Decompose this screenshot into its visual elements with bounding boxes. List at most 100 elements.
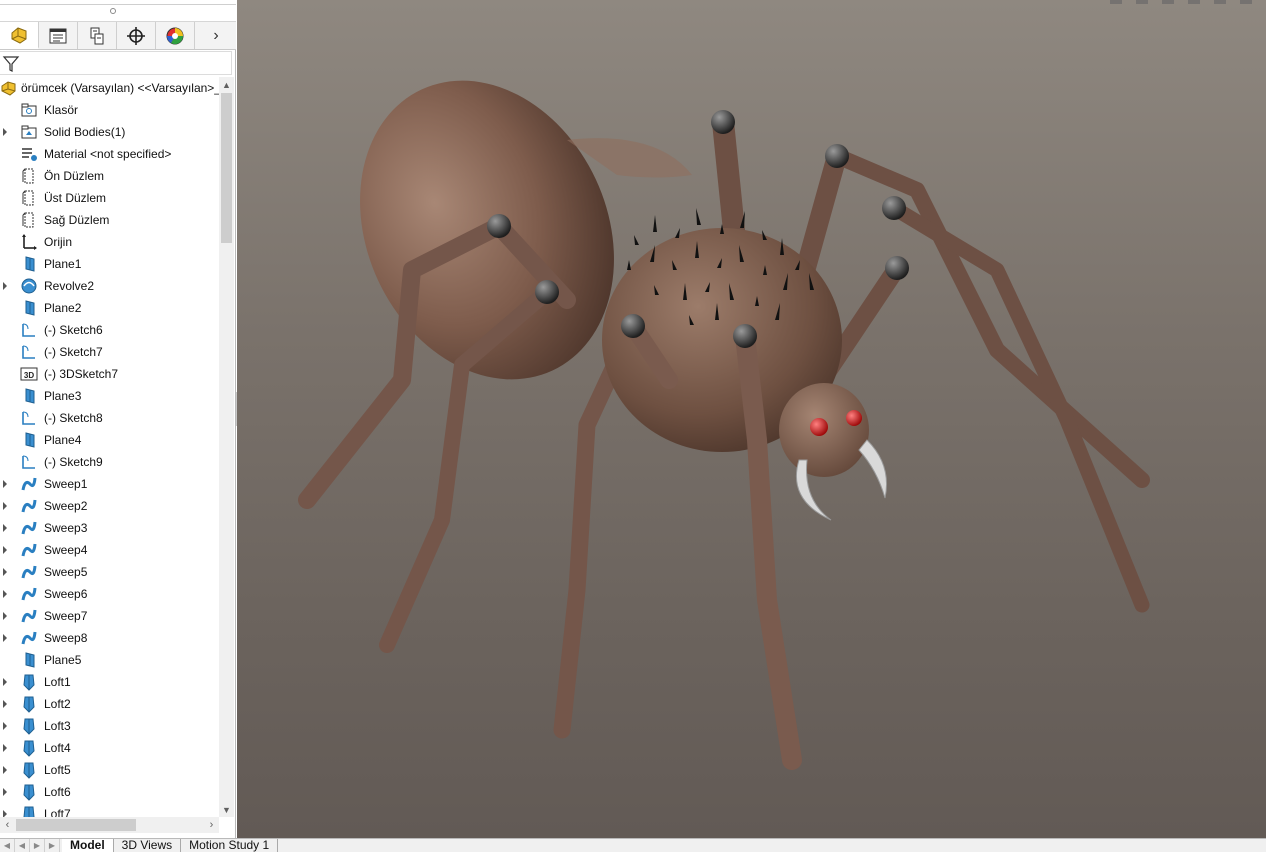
tree-item[interactable]: Plane5: [0, 649, 219, 671]
tree-item-label: Plane5: [44, 653, 82, 667]
tab-configuration-manager[interactable]: [78, 22, 117, 49]
tree-item[interactable]: Sağ Düzlem: [0, 209, 219, 231]
tree-item[interactable]: Sweep6: [0, 583, 219, 605]
tree-item-label: Sweep2: [44, 499, 88, 513]
tree-item[interactable]: Plane1: [0, 253, 219, 275]
tree-item-label: Plane4: [44, 433, 82, 447]
bottom-tab[interactable]: Model: [62, 839, 114, 852]
tree-item[interactable]: Revolve2: [0, 275, 219, 297]
expand-arrow-icon[interactable]: [3, 634, 7, 642]
tab-dimxpert-manager[interactable]: [117, 22, 156, 49]
expand-arrow-icon[interactable]: [3, 788, 7, 796]
configuration-manager-icon: [90, 27, 104, 44]
tree-item[interactable]: Plane3: [0, 385, 219, 407]
tree-root-part[interactable]: örümcek (Varsayılan) <<Varsayılan>_: [0, 77, 219, 99]
tree-item[interactable]: Loft4: [0, 737, 219, 759]
tab-display-manager[interactable]: [156, 22, 195, 49]
expand-arrow-icon[interactable]: [3, 700, 7, 708]
hscroll-thumb[interactable]: [16, 819, 136, 831]
tree-item[interactable]: Sweep2: [0, 495, 219, 517]
bottom-tab[interactable]: Motion Study 1: [181, 839, 279, 852]
expand-arrow-icon[interactable]: [3, 568, 7, 576]
expand-arrow-icon[interactable]: [3, 678, 7, 686]
prev-tab-icon[interactable]: ◀: [15, 839, 30, 852]
spider-head: [779, 383, 888, 521]
tree-item[interactable]: Sweep7: [0, 605, 219, 627]
tree-item-label: Plane3: [44, 389, 82, 403]
expand-arrow-icon[interactable]: [3, 590, 7, 598]
expand-arrow-icon[interactable]: [3, 502, 7, 510]
tree-item-label: Loft1: [44, 675, 71, 689]
tree-item[interactable]: Sweep3: [0, 517, 219, 539]
expand-arrow-icon[interactable]: [3, 766, 7, 774]
expand-arrow-icon[interactable]: [3, 480, 7, 488]
tree-item-label: Sweep5: [44, 565, 88, 579]
expand-arrow-icon[interactable]: [3, 744, 7, 752]
tree-item-label: (-) Sketch6: [44, 323, 103, 337]
tab-feature-manager[interactable]: [0, 22, 39, 49]
tree-item-label: Loft5: [44, 763, 71, 777]
filter-icon[interactable]: [2, 55, 20, 73]
scroll-down-arrow-icon[interactable]: ▼: [219, 802, 234, 817]
tree-item[interactable]: Üst Düzlem: [0, 187, 219, 209]
panel-grip-icon[interactable]: [110, 8, 116, 14]
tree-item[interactable]: Sweep8: [0, 627, 219, 649]
tree-item[interactable]: Plane4: [0, 429, 219, 451]
tree-item[interactable]: Loft6: [0, 781, 219, 803]
tree-vertical-scrollbar[interactable]: ▲ ▼: [219, 77, 234, 817]
tree-item[interactable]: Sweep1: [0, 473, 219, 495]
tree-item[interactable]: Klasör: [0, 99, 219, 121]
expand-arrow-icon[interactable]: [3, 810, 7, 817]
first-tab-icon[interactable]: ◀: [0, 839, 15, 852]
ref-plane-icon: [25, 300, 35, 316]
scroll-thumb[interactable]: [221, 93, 232, 243]
spider-3d-model[interactable]: [237, 0, 1266, 838]
tree-item[interactable]: (-) Sketch9: [0, 451, 219, 473]
bottom-tab[interactable]: 3D Views: [114, 839, 182, 852]
left-eye: [810, 418, 828, 436]
next-tab-icon[interactable]: ▶: [30, 839, 45, 852]
scroll-left-arrow-icon[interactable]: ‹: [0, 817, 15, 833]
tab-navigation-buttons: ◀ ◀ ▶ ▶: [0, 839, 62, 852]
tree-item[interactable]: Sweep4: [0, 539, 219, 561]
scroll-right-arrow-icon[interactable]: ›: [204, 817, 219, 833]
scroll-up-arrow-icon[interactable]: ▲: [219, 77, 234, 92]
bristle: [634, 235, 639, 245]
tab-more-chevron-icon[interactable]: ›: [196, 22, 236, 49]
expand-arrow-icon[interactable]: [3, 524, 7, 532]
graphics-area[interactable]: [237, 0, 1266, 838]
expand-arrow-icon[interactable]: [3, 722, 7, 730]
tree-item[interactable]: Loft3: [0, 715, 219, 737]
tree-item[interactable]: Loft2: [0, 693, 219, 715]
tree-item-label: Sweep4: [44, 543, 88, 557]
tree-item[interactable]: Ön Düzlem: [0, 165, 219, 187]
expand-arrow-icon[interactable]: [3, 546, 7, 554]
plane-icon: [22, 190, 34, 206]
tree-item[interactable]: Sweep5: [0, 561, 219, 583]
sweep-icon: [21, 631, 37, 645]
tab-property-manager[interactable]: [39, 22, 78, 49]
property-manager-icon: [49, 28, 67, 43]
tree-item[interactable]: (-) Sketch7: [0, 341, 219, 363]
tree-item[interactable]: Solid Bodies(1): [0, 121, 219, 143]
tree-item[interactable]: Loft7: [0, 803, 219, 817]
tree-horizontal-scrollbar[interactable]: ‹ ›: [0, 817, 219, 833]
tree-item[interactable]: (-) Sketch6: [0, 319, 219, 341]
expand-arrow-icon[interactable]: [3, 282, 7, 290]
tree-filter-bar[interactable]: [0, 51, 232, 75]
tree-item-label: Material <not specified>: [44, 147, 172, 161]
bristle: [627, 260, 631, 270]
expand-arrow-icon[interactable]: [3, 128, 7, 136]
sweep-icon: [21, 587, 37, 601]
tree-item[interactable]: 3D (-) 3DSketch7: [0, 363, 219, 385]
tree-item[interactable]: Loft5: [0, 759, 219, 781]
last-tab-icon[interactable]: ▶: [45, 839, 60, 852]
tree-item[interactable]: Loft1: [0, 671, 219, 693]
expand-arrow-icon[interactable]: [3, 612, 7, 620]
tree-item[interactable]: Plane2: [0, 297, 219, 319]
tree-item[interactable]: Orijin: [0, 231, 219, 253]
tree-item[interactable]: Material <not specified>: [0, 143, 219, 165]
tree-item-label: Sweep8: [44, 631, 88, 645]
bristle: [696, 208, 701, 225]
tree-item[interactable]: (-) Sketch8: [0, 407, 219, 429]
